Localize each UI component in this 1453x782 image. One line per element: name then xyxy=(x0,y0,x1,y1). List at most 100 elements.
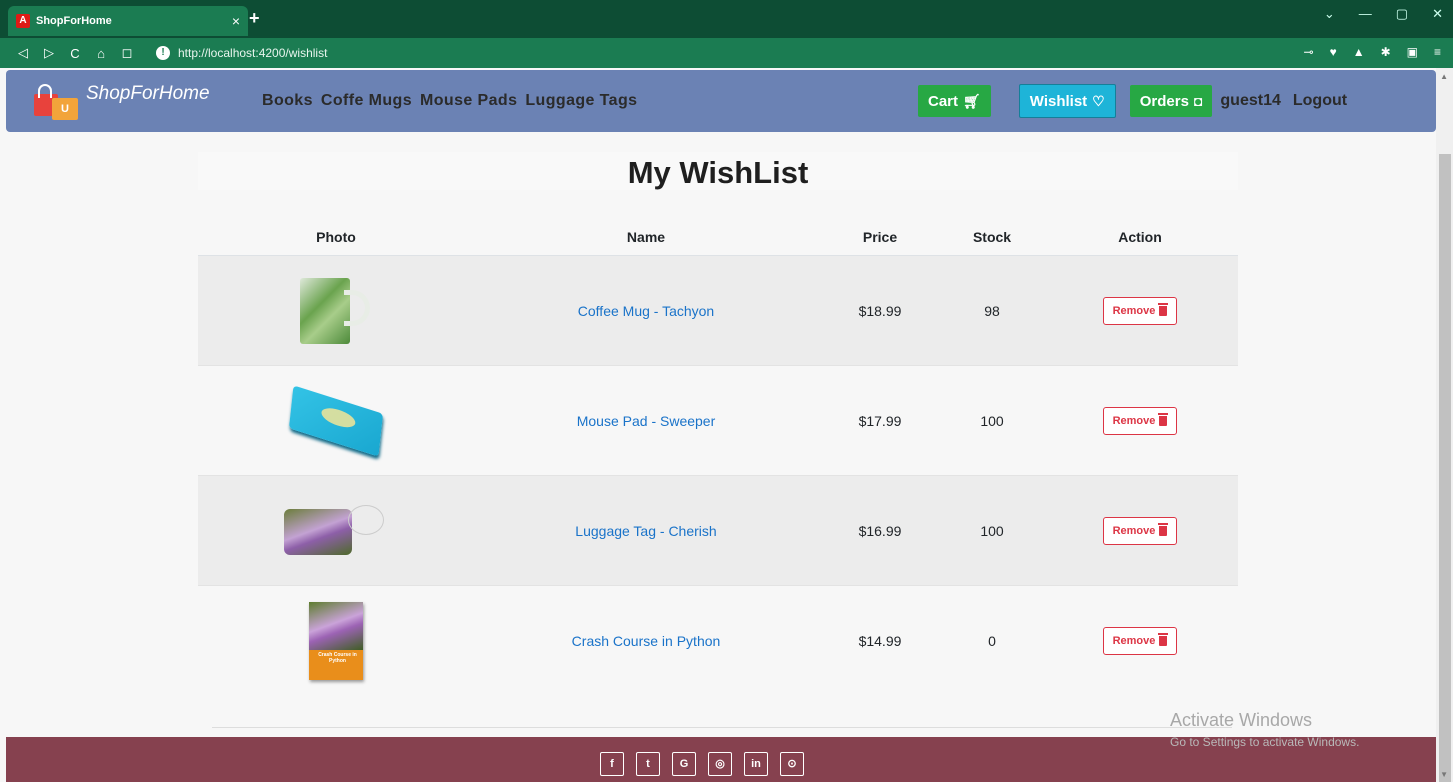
browser-tab[interactable]: A ShopForHome × xyxy=(8,6,248,36)
product-price: $18.99 xyxy=(858,302,902,319)
brand-logo[interactable]: U ShopForHome xyxy=(34,82,210,120)
page-scrollbar[interactable] xyxy=(1436,68,1453,782)
trash-icon xyxy=(1158,302,1169,316)
nav-actions: Cart 🛒︎ Wishlist ♡ Orders ◘ guest14 Logo… xyxy=(918,84,1347,118)
wishlist-button[interactable]: Wishlist ♡ xyxy=(1018,84,1116,118)
instagram-icon[interactable]: ◎ xyxy=(708,752,732,776)
table-row: Mouse Pad - Sweeper $17.99 100 Remove xyxy=(198,366,1238,476)
menu-chevron-icon[interactable]: ⌄ xyxy=(1324,6,1335,22)
reload-icon[interactable]: C xyxy=(64,46,86,61)
browser-titlebar: A ShopForHome × + ⌄ — ▢ ✕ xyxy=(0,0,1453,38)
product-name-link[interactable]: Coffee Mug - Tachyon xyxy=(578,303,714,319)
cart-icon: 🛒︎ xyxy=(963,92,981,109)
product-name-link[interactable]: Crash Course in Python xyxy=(572,633,721,649)
nav-luggage-tags[interactable]: Luggage Tags xyxy=(525,92,637,110)
maximize-icon[interactable]: ▢ xyxy=(1396,6,1408,22)
twitter-icon[interactable]: t xyxy=(636,752,660,776)
cart-label: Cart xyxy=(928,92,959,110)
product-price: $16.99 xyxy=(858,522,902,539)
window-controls: ⌄ — ▢ ✕ xyxy=(1324,6,1443,22)
site-info-icon[interactable]: ! xyxy=(156,46,170,60)
linkedin-icon[interactable]: in xyxy=(744,752,768,776)
heart-icon: ♡ xyxy=(1092,92,1105,109)
shopping-bag-icon: U xyxy=(34,82,82,120)
table-row: Luggage Tag - Cherish $16.99 100 Remove xyxy=(198,476,1238,586)
angular-favicon-icon: A xyxy=(16,14,30,28)
remove-label: Remove xyxy=(1112,414,1156,427)
product-stock: 100 xyxy=(980,412,1004,429)
remove-button[interactable]: Remove xyxy=(1102,296,1178,325)
table-row: Coffee Mug - Tachyon $18.99 98 Remove xyxy=(198,256,1238,366)
cart-button[interactable]: Cart 🛒︎ xyxy=(918,85,991,117)
nav-mouse-pads[interactable]: Mouse Pads xyxy=(420,92,517,110)
remove-label: Remove xyxy=(1112,635,1156,647)
nav-books[interactable]: Books xyxy=(262,92,313,110)
scroll-thumb[interactable] xyxy=(1439,154,1451,782)
trash-icon xyxy=(1158,412,1169,426)
remove-label: Remove xyxy=(1112,524,1156,537)
key-icon[interactable]: ⊸ xyxy=(1304,45,1314,59)
bookmark-icon[interactable]: ◻ xyxy=(116,45,138,61)
col-name: Name xyxy=(626,228,666,245)
social-links: f t G ◎ in ⊙ xyxy=(600,752,804,776)
luggage-tag-image[interactable] xyxy=(284,504,388,557)
book-image[interactable]: Crash Course in Python xyxy=(309,602,363,680)
nav-coffee-mugs[interactable]: Coffe Mugs xyxy=(321,92,412,110)
app-navbar: U ShopForHome Books Coffe Mugs Mouse Pad… xyxy=(6,70,1436,132)
home-icon[interactable]: ⌂ xyxy=(90,46,112,61)
tab-close-icon[interactable]: × xyxy=(232,13,240,29)
browser-menu-icon[interactable]: ≡ xyxy=(1434,45,1441,59)
wallet-icon[interactable]: ▣ xyxy=(1407,45,1418,59)
browser-toolbar: ◁ ▷ C ⌂ ◻ ! http://localhost:4200/wishli… xyxy=(0,38,1453,68)
rewards-icon[interactable]: ▲ xyxy=(1353,45,1365,59)
google-icon[interactable]: G xyxy=(672,752,696,776)
github-icon[interactable]: ⊙ xyxy=(780,752,804,776)
book-cover-title: Crash Course in Python xyxy=(318,652,357,664)
remove-label: Remove xyxy=(1112,304,1156,317)
page-title: My WishList xyxy=(627,155,809,190)
product-name-link[interactable]: Luggage Tag - Cherish xyxy=(575,523,716,539)
product-price: $17.99 xyxy=(858,412,902,429)
col-stock: Stock xyxy=(972,228,1012,245)
close-window-icon[interactable]: ✕ xyxy=(1432,6,1443,22)
wishlist-label: Wishlist xyxy=(1029,92,1088,110)
remove-button[interactable]: Remove xyxy=(1102,406,1178,435)
product-price: $14.99 xyxy=(858,633,902,649)
watermark-title: Activate Windows xyxy=(1170,710,1313,730)
username[interactable]: guest14 xyxy=(1220,92,1280,110)
col-action: Action xyxy=(1118,228,1162,245)
col-photo: Photo xyxy=(316,228,356,245)
col-price: Price xyxy=(862,228,898,245)
product-stock: 98 xyxy=(984,302,1000,319)
minimize-icon[interactable]: — xyxy=(1359,6,1372,22)
facebook-icon[interactable]: f xyxy=(600,752,624,776)
extensions-puzzle-icon[interactable]: ✱ xyxy=(1381,45,1391,59)
table-row: Crash Course in Python Crash Course in P… xyxy=(198,586,1238,696)
product-stock: 0 xyxy=(988,633,996,649)
new-tab-button[interactable]: + xyxy=(249,8,260,29)
tab-title: ShopForHome xyxy=(36,15,112,27)
remove-button[interactable]: Remove xyxy=(1102,627,1178,655)
mug-image[interactable] xyxy=(300,277,372,344)
trash-icon xyxy=(1158,522,1169,536)
remove-button[interactable]: Remove xyxy=(1102,516,1178,545)
brave-shield-icon[interactable]: ♥ xyxy=(1330,45,1337,59)
orders-label: Orders xyxy=(1139,92,1189,110)
forward-icon[interactable]: ▷ xyxy=(38,45,60,61)
back-icon[interactable]: ◁ xyxy=(12,45,34,61)
address-bar[interactable]: http://localhost:4200/wishlist xyxy=(178,46,327,60)
category-nav: Books Coffe Mugs Mouse Pads Luggage Tags xyxy=(262,92,637,110)
watermark-subtitle: Go to Settings to activate Windows. xyxy=(1170,735,1360,749)
product-stock: 100 xyxy=(980,522,1004,539)
orders-button[interactable]: Orders ◘ xyxy=(1129,85,1213,117)
content-divider xyxy=(212,727,1232,728)
product-name-link[interactable]: Mouse Pad - Sweeper xyxy=(577,413,716,429)
logout-link[interactable]: Logout xyxy=(1293,92,1347,110)
table-header: Photo Name Price Stock Action xyxy=(198,218,1238,256)
mousepad-image[interactable] xyxy=(288,384,384,457)
brand-name: ShopForHome xyxy=(86,83,210,104)
page-header: My WishList xyxy=(198,152,1238,190)
windows-watermark: Activate Windows Go to Settings to activ… xyxy=(1170,710,1359,749)
scroll-down-icon[interactable]: ▼ xyxy=(1440,770,1448,779)
scroll-up-icon[interactable]: ▲ xyxy=(1440,72,1448,81)
